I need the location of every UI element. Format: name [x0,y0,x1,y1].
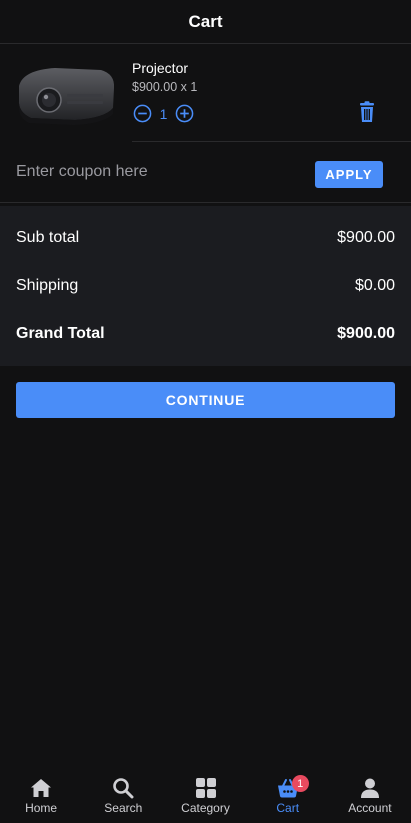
nav-account[interactable]: Account [329,771,411,823]
nav-account-label: Account [348,801,392,815]
continue-button[interactable]: CONTINUE [16,382,395,418]
shipping-row: Shipping $0.00 [16,274,395,298]
nav-search[interactable]: Search [82,771,164,823]
order-summary: Sub total $900.00 Shipping $0.00 Grand T… [0,206,411,366]
product-name[interactable]: Projector [132,60,188,76]
nav-cart[interactable]: 1 Cart [247,771,329,823]
subtotal-label: Sub total [16,229,80,246]
user-icon [360,778,379,798]
shipping-label: Shipping [16,277,79,294]
subtotal-row: Sub total $900.00 [16,226,395,250]
top-bar: Cart [0,0,411,44]
shipping-value: $0.00 [354,277,395,294]
cart-item: Projector $900.00 x 1 1 [0,44,411,142]
nav-home[interactable]: Home [0,771,82,823]
bottom-navigation: Home Search Category 1 Cart Account [0,771,411,823]
trash-icon[interactable] [357,101,377,123]
nav-category[interactable]: Category [164,771,246,823]
home-icon [31,779,52,797]
nav-cart-label: Cart [276,801,300,815]
quantity-value: 1 [159,105,168,122]
subtotal-value: $900.00 [337,229,395,246]
nav-search-label: Search [104,801,143,815]
apply-coupon-button[interactable]: APPLY [315,161,383,188]
search-icon [113,778,134,799]
quantity-stepper: 1 [133,104,194,123]
coupon-input[interactable] [16,159,286,185]
grand-total-row: Grand Total $900.00 [16,322,395,346]
coupon-section: APPLY [0,142,411,203]
grand-total-value: $900.00 [337,325,395,342]
grid-icon [195,778,216,798]
nav-home-label: Home [25,801,58,815]
nav-category-label: Category [181,801,230,815]
plus-circle-icon[interactable] [175,104,194,123]
product-price: $900.00 x 1 [132,80,198,94]
product-image [18,68,115,125]
minus-circle-icon[interactable] [133,104,152,123]
grand-total-label: Grand Total [16,325,105,342]
page-title: Cart [188,11,223,31]
cart-badge: 1 [291,775,309,792]
